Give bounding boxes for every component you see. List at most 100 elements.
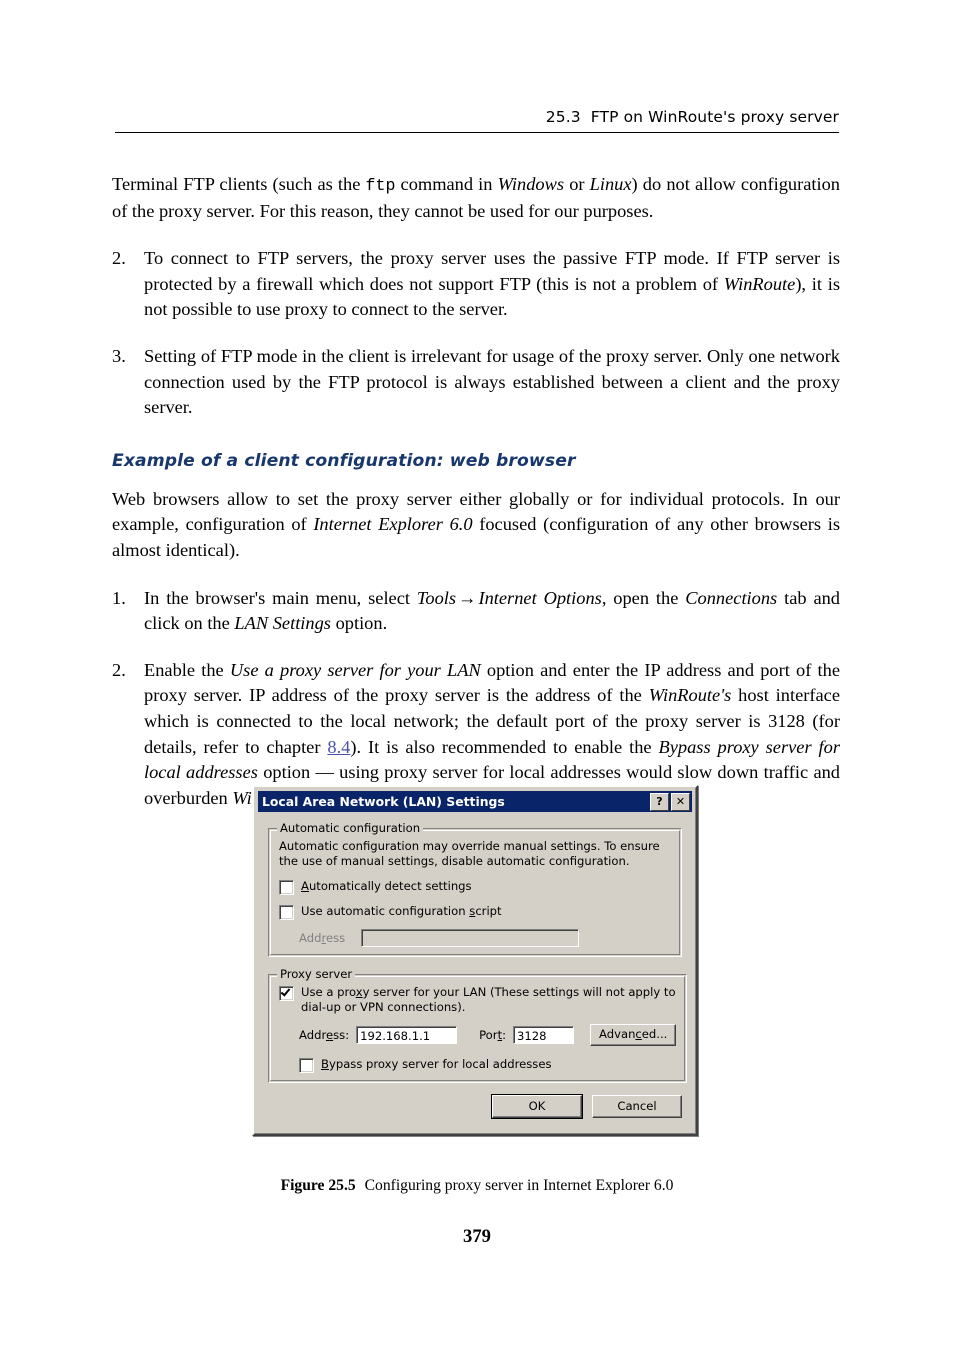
intro-paragraph: Terminal FTP clients (such as the ftp co…	[112, 172, 840, 224]
proxy-server-box: Use a proxy server for your LAN (These s…	[268, 974, 688, 1083]
checkbox-row-auto-detect[interactable]: Automatically detect settings	[279, 879, 671, 895]
intro-text-3: or	[564, 174, 590, 194]
figure-caption-label: Figure 25.5	[280, 1177, 356, 1194]
checkbox-row-auto-script[interactable]: Use automatic configuration script	[279, 904, 671, 920]
proxy-address-label-pre: Addr	[299, 1028, 326, 1042]
list-item-number: 2.	[112, 248, 126, 269]
figure-caption-text: Configuring proxy server in Internet Exp…	[364, 1177, 674, 1194]
page-header: 25.3 FTP on WinRoute's proxy server	[115, 108, 839, 133]
script-address-label: Address	[299, 931, 361, 945]
checkbox-label-use-automatic-configuration-script: Use automatic configuration script	[301, 904, 502, 919]
automatic-configuration-description: Automatic configuration may override man…	[279, 839, 660, 868]
checkbox-row-bypass[interactable]: Bypass proxy server for local addresses	[299, 1057, 676, 1073]
proxy-server-group: Proxy server Use a proxy server for your…	[268, 967, 688, 1083]
auto-detect-label-post: utomatically detect settings	[308, 879, 472, 893]
use-proxy-label-pre: Use a pro	[301, 985, 356, 999]
intro-text-1: Terminal FTP clients (such as the	[112, 174, 366, 194]
checkbox-use-proxy-server[interactable]	[279, 986, 294, 1001]
arrow-icon: →	[458, 587, 477, 608]
dialog-titlebar: Local Area Network (LAN) Settings ? ✕	[258, 791, 692, 812]
page-body: Terminal FTP clients (such as the ftp co…	[112, 172, 840, 811]
cancel-button[interactable]: Cancel	[592, 1095, 682, 1118]
list-item-number: 3.	[112, 345, 126, 366]
proxy-address-label-post: ss:	[333, 1028, 350, 1042]
help-icon[interactable]: ?	[650, 792, 669, 811]
dialog-content: Automatic configuration Automatic config…	[258, 812, 692, 1130]
document-page: 25.3 FTP on WinRoute's proxy server Term…	[0, 0, 954, 1350]
advanced-button[interactable]: Advanced...	[590, 1024, 677, 1046]
auto-script-label-post: cript	[475, 904, 502, 918]
checkbox-row-use-proxy[interactable]: Use a proxy server for your LAN (These s…	[279, 985, 676, 1014]
proxy-port-label: Port:	[479, 1028, 506, 1042]
checkbox-label-use-proxy-server: Use a proxy server for your LAN (These s…	[301, 985, 676, 1014]
intro-text-2: command in	[395, 174, 498, 194]
automatic-configuration-box: Automatic configuration may override man…	[268, 828, 682, 957]
intro-italic-windows: Windows	[497, 174, 565, 194]
chapter-link-8-4[interactable]: 8.4	[327, 737, 350, 757]
proxy-port-label-post: :	[502, 1028, 507, 1042]
header-title: 25.3 FTP on WinRoute's proxy server	[115, 108, 839, 132]
proxy-address-label: Address:	[299, 1028, 349, 1042]
step2-italic-use-proxy: Use a proxy server for your LAN	[229, 659, 481, 680]
subsection-heading: Example of a client configuration: web b…	[112, 450, 576, 471]
script-address-input[interactable]	[361, 929, 579, 947]
browser-paragraph: Web browsers allow to set the proxy serv…	[112, 487, 840, 564]
list-item-text: Setting of FTP mode in the client is irr…	[144, 345, 840, 418]
list-item: 1. In the browser's main menu, select To…	[112, 586, 840, 637]
proxy-address-input[interactable]: 192.168.1.1	[356, 1026, 458, 1044]
script-address-row: Address	[299, 929, 671, 947]
steps-numbered-list: 1. In the browser's main menu, select To…	[112, 586, 840, 812]
step1-italic-tools: Tools	[416, 587, 457, 608]
automatic-configuration-group: Automatic configuration Automatic config…	[268, 821, 682, 957]
header-section-title: FTP on WinRoute's proxy server	[590, 108, 839, 126]
step1-italic-lan-settings: LAN Settings	[234, 613, 331, 634]
advanced-label-pre: Advan	[599, 1027, 636, 1041]
checkbox-automatically-detect-settings[interactable]	[279, 880, 294, 895]
checkbox-bypass-proxy-local-addresses[interactable]	[299, 1058, 314, 1073]
checkbox-label-bypass-proxy-local-addresses: Bypass proxy server for local addresses	[321, 1057, 552, 1072]
use-proxy-accel: x	[355, 985, 363, 999]
step1-italic-connections: Connections	[685, 587, 778, 608]
dialog-button-bar: OK Cancel	[268, 1094, 682, 1119]
list-item: 3. Setting of FTP mode in the client is …	[112, 344, 840, 421]
proxy-server-legend: Proxy server	[277, 967, 356, 981]
dialog-title: Local Area Network (LAN) Settings	[262, 794, 505, 809]
bypass-label-post: ypass proxy server for local addresses	[328, 1057, 552, 1071]
automatic-configuration-legend: Automatic configuration	[277, 821, 424, 835]
list-item-text: In the browser's main menu, select Tools…	[144, 586, 840, 637]
list-item-number: 1.	[112, 587, 126, 608]
step2-text-1: Enable the	[144, 659, 230, 680]
advanced-label-post: ed...	[641, 1027, 668, 1041]
bypass-accel: B	[321, 1057, 329, 1071]
dialog-inner-frame: Local Area Network (LAN) Settings ? ✕ Au…	[254, 787, 696, 1134]
page-number: 379	[463, 1226, 491, 1247]
step1-text-4: option.	[330, 613, 388, 634]
step1-italic-internet-options: Internet Options	[478, 587, 602, 608]
step1-text-1: In the browser's main menu, select	[144, 587, 417, 608]
top-numbered-list: 2. To connect to FTP servers, the proxy …	[112, 246, 840, 421]
proxy-port-input[interactable]: 3128	[513, 1026, 575, 1044]
step1-text-2: , open the	[601, 587, 686, 608]
script-address-label-post: ess	[325, 931, 346, 945]
header-rule	[115, 132, 839, 133]
browser-italic-ie: Internet Explorer 6.0	[313, 514, 473, 535]
figure-caption: Figure 25.5 Configuring proxy server in I…	[0, 1177, 954, 1195]
close-icon[interactable]: ✕	[671, 792, 690, 811]
step2-text-4: ). It is also recommended to enable the	[350, 736, 659, 757]
auto-script-label-pre: Use automatic configuration	[301, 904, 470, 918]
proxy-port-label-pre: Por	[479, 1028, 498, 1042]
list-item-number: 2.	[112, 659, 126, 680]
script-address-label-pre: Add	[299, 931, 322, 945]
lan-settings-dialog-figure: Local Area Network (LAN) Settings ? ✕ Au…	[252, 785, 698, 1136]
list-item-italic-winroute: WinRoute	[723, 273, 796, 294]
checkbox-label-automatically-detect-settings: Automatically detect settings	[301, 879, 472, 894]
list-item-text: To connect to FTP servers, the proxy ser…	[144, 246, 840, 323]
checkbox-use-automatic-configuration-script[interactable]	[279, 905, 294, 920]
proxy-fields-row: Address: 192.168.1.1 Port: 3128 Advanced…	[299, 1024, 677, 1046]
intro-italic-linux: Linux	[589, 174, 632, 194]
ftp-command-code: ftp	[365, 176, 396, 195]
header-section-number: 25.3	[545, 108, 581, 126]
auto-detect-accel: A	[301, 879, 309, 893]
ok-button[interactable]: OK	[491, 1094, 583, 1119]
step2-italic-winroutes: WinRoute's	[648, 685, 732, 706]
